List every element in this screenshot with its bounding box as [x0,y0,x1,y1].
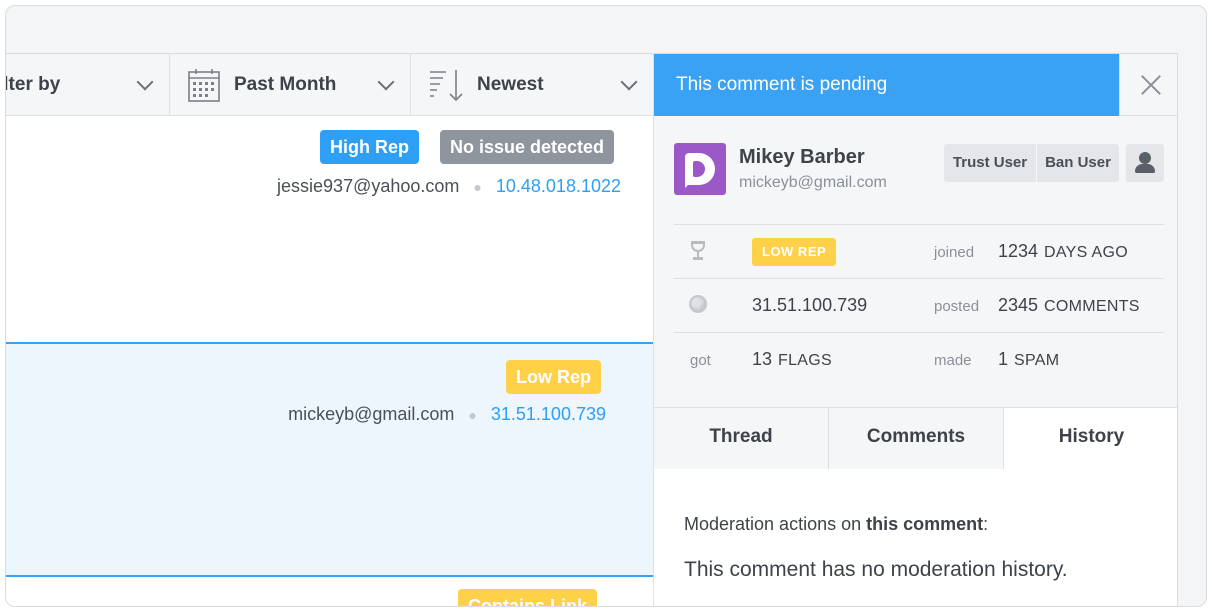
history-empty-message: This comment has no moderation history. [684,558,1068,581]
calendar-icon [188,69,220,102]
ban-user-button[interactable]: Ban User [1037,144,1119,182]
user-email: mickeyb@gmail.com [739,174,887,191]
app-frame: ilter by Past Month [5,5,1207,607]
sort-descending-icon [430,70,463,102]
commenter-ip-link[interactable]: 10.48.018.1022 [496,176,621,196]
tab-comments[interactable]: Comments [829,408,1004,470]
detail-tabs: Thread Comments History [654,407,1177,470]
user-header: Mikey Barber mickeyb@gmail.com Trust Use… [674,142,1164,202]
chevron-down-icon [620,73,638,91]
made-label: made [934,352,972,369]
joined-label: joined [934,244,975,261]
comment-row[interactable]: Contains Link [6,577,653,606]
date-range-label: Past Month [234,74,337,95]
close-icon[interactable] [1119,54,1177,116]
contains-link-badge: Contains Link [458,589,598,606]
commenter-ip-link[interactable]: 31.51.100.739 [491,404,606,424]
posted-label: posted [934,298,980,315]
comment-row[interactable]: High Rep No issue detected jessie937@yah… [6,116,653,344]
user-ip: 31.51.100.739 [752,295,868,315]
comment-meta: jessie937@yahoo.com ● 10.48.018.1022 [277,176,621,197]
high-rep-badge: High Rep [320,130,419,164]
globe-icon [688,295,708,315]
flags-value: 13 FLAGS [752,349,832,369]
sort-dropdown[interactable]: Newest [411,54,653,116]
tab-history[interactable]: History [1004,408,1177,470]
comment-detail-panel: This comment is pending Mikey Barber mic… [653,54,1177,606]
low-rep-badge: Low Rep [506,360,601,394]
low-rep-badge: LOW REP [752,238,837,266]
person-icon [1139,152,1151,164]
trophy-icon [688,241,708,261]
user-name: Mikey Barber [739,146,865,168]
filter-dropdown[interactable]: ilter by [6,54,170,116]
comment-row-selected[interactable]: Low Rep mickeyb@gmail.com ● 31.51.100.739 [6,344,653,577]
separator-dot: ● [473,179,482,195]
commenter-email: jessie937@yahoo.com [277,176,460,196]
comment-meta: mickeyb@gmail.com ● 31.51.100.739 [288,404,606,425]
pending-banner: This comment is pending [654,54,1119,116]
posted-value: 2345 COMMENTS [998,295,1140,315]
list-toolbar: ilter by Past Month [6,54,653,116]
got-label: got [690,352,711,369]
user-stats: LOW REP joined 1234 DAYS AGO 31.51.100.73… [674,224,1164,387]
filter-label: ilter by [6,74,61,95]
avatar [674,143,726,195]
trust-user-button[interactable]: Trust User [944,144,1036,182]
sort-label: Newest [477,74,544,95]
history-content: Moderation actions on this comment: This… [654,469,1177,606]
stats-row-flags: got 13 FLAGS made 1 SPAM [674,333,1164,387]
joined-value: 1234 DAYS AGO [998,241,1128,261]
moderation-app: ilter by Past Month [6,53,1178,606]
user-profile-button[interactable] [1126,144,1164,182]
history-heading: Moderation actions on this comment: [684,514,989,534]
stats-row-reputation: LOW REP joined 1234 DAYS AGO [674,225,1164,279]
separator-dot: ● [468,407,477,423]
chevron-down-icon [136,73,154,91]
spam-value: 1 SPAM [998,349,1060,369]
stats-row-ip: 31.51.100.739 posted 2345 COMMENTS [674,279,1164,333]
tab-thread[interactable]: Thread [654,408,829,470]
chevron-down-icon [377,73,395,91]
commenter-email: mickeyb@gmail.com [288,404,455,424]
no-issue-badge: No issue detected [440,130,615,164]
date-range-dropdown[interactable]: Past Month [170,54,411,116]
